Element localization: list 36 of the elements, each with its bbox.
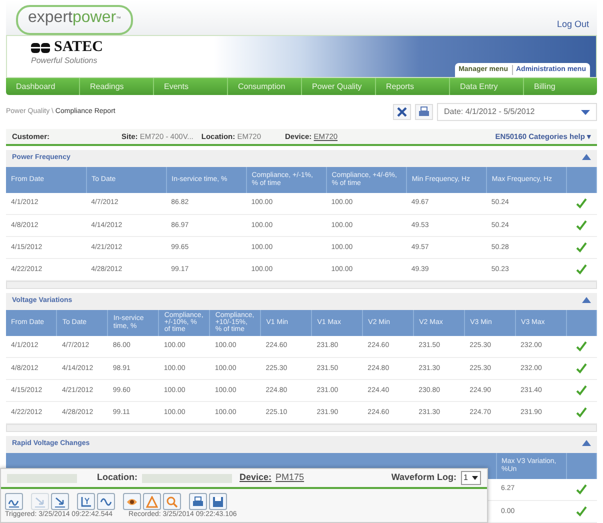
scrollbar[interactable]: [6, 424, 597, 432]
toolbar-button[interactable]: [51, 493, 69, 510]
triangle-icon: [582, 440, 591, 446]
date-range-select[interactable]: Date: 4/1/2012 - 5/5/2012: [437, 103, 597, 121]
triangle-icon: [582, 154, 591, 160]
caret-icon: [581, 110, 590, 114]
print-button[interactable]: [415, 104, 433, 120]
waveform-log-label: Waveform Log:: [391, 471, 457, 484]
scrollbar[interactable]: [6, 281, 597, 290]
brand-name: SATEC: [54, 40, 103, 55]
toolbar-button[interactable]: [209, 493, 227, 510]
tagline: Powerful Solutions: [31, 55, 98, 67]
printer-icon: [418, 106, 430, 118]
toolbar-button[interactable]: [77, 493, 95, 510]
export-icon: [54, 496, 66, 508]
device-label: Device:: [240, 471, 272, 484]
satec-logo-icon: [31, 42, 50, 52]
import-icon: [34, 496, 46, 508]
logout-link[interactable]: Log Out: [556, 18, 589, 35]
save-icon: [212, 496, 224, 508]
log-select[interactable]: 1: [460, 471, 481, 485]
redacted-field: [7, 474, 77, 482]
toolbar-button[interactable]: [189, 493, 207, 510]
triangle-icon: [146, 496, 158, 508]
toolbar-button[interactable]: [97, 493, 115, 510]
device-link[interactable]: PM175: [276, 471, 304, 485]
triangle-icon: [582, 297, 591, 304]
printer-icon: [192, 496, 204, 508]
toolbar-button[interactable]: [5, 493, 23, 510]
caret-icon: [472, 476, 478, 480]
toolbar-button[interactable]: [123, 493, 141, 510]
sine-wave-icon: [100, 496, 112, 508]
location-label: Location:: [97, 471, 138, 484]
export-excel-button[interactable]: [393, 104, 411, 120]
axis-icon: [80, 496, 92, 508]
zoom-icon: [166, 496, 178, 508]
